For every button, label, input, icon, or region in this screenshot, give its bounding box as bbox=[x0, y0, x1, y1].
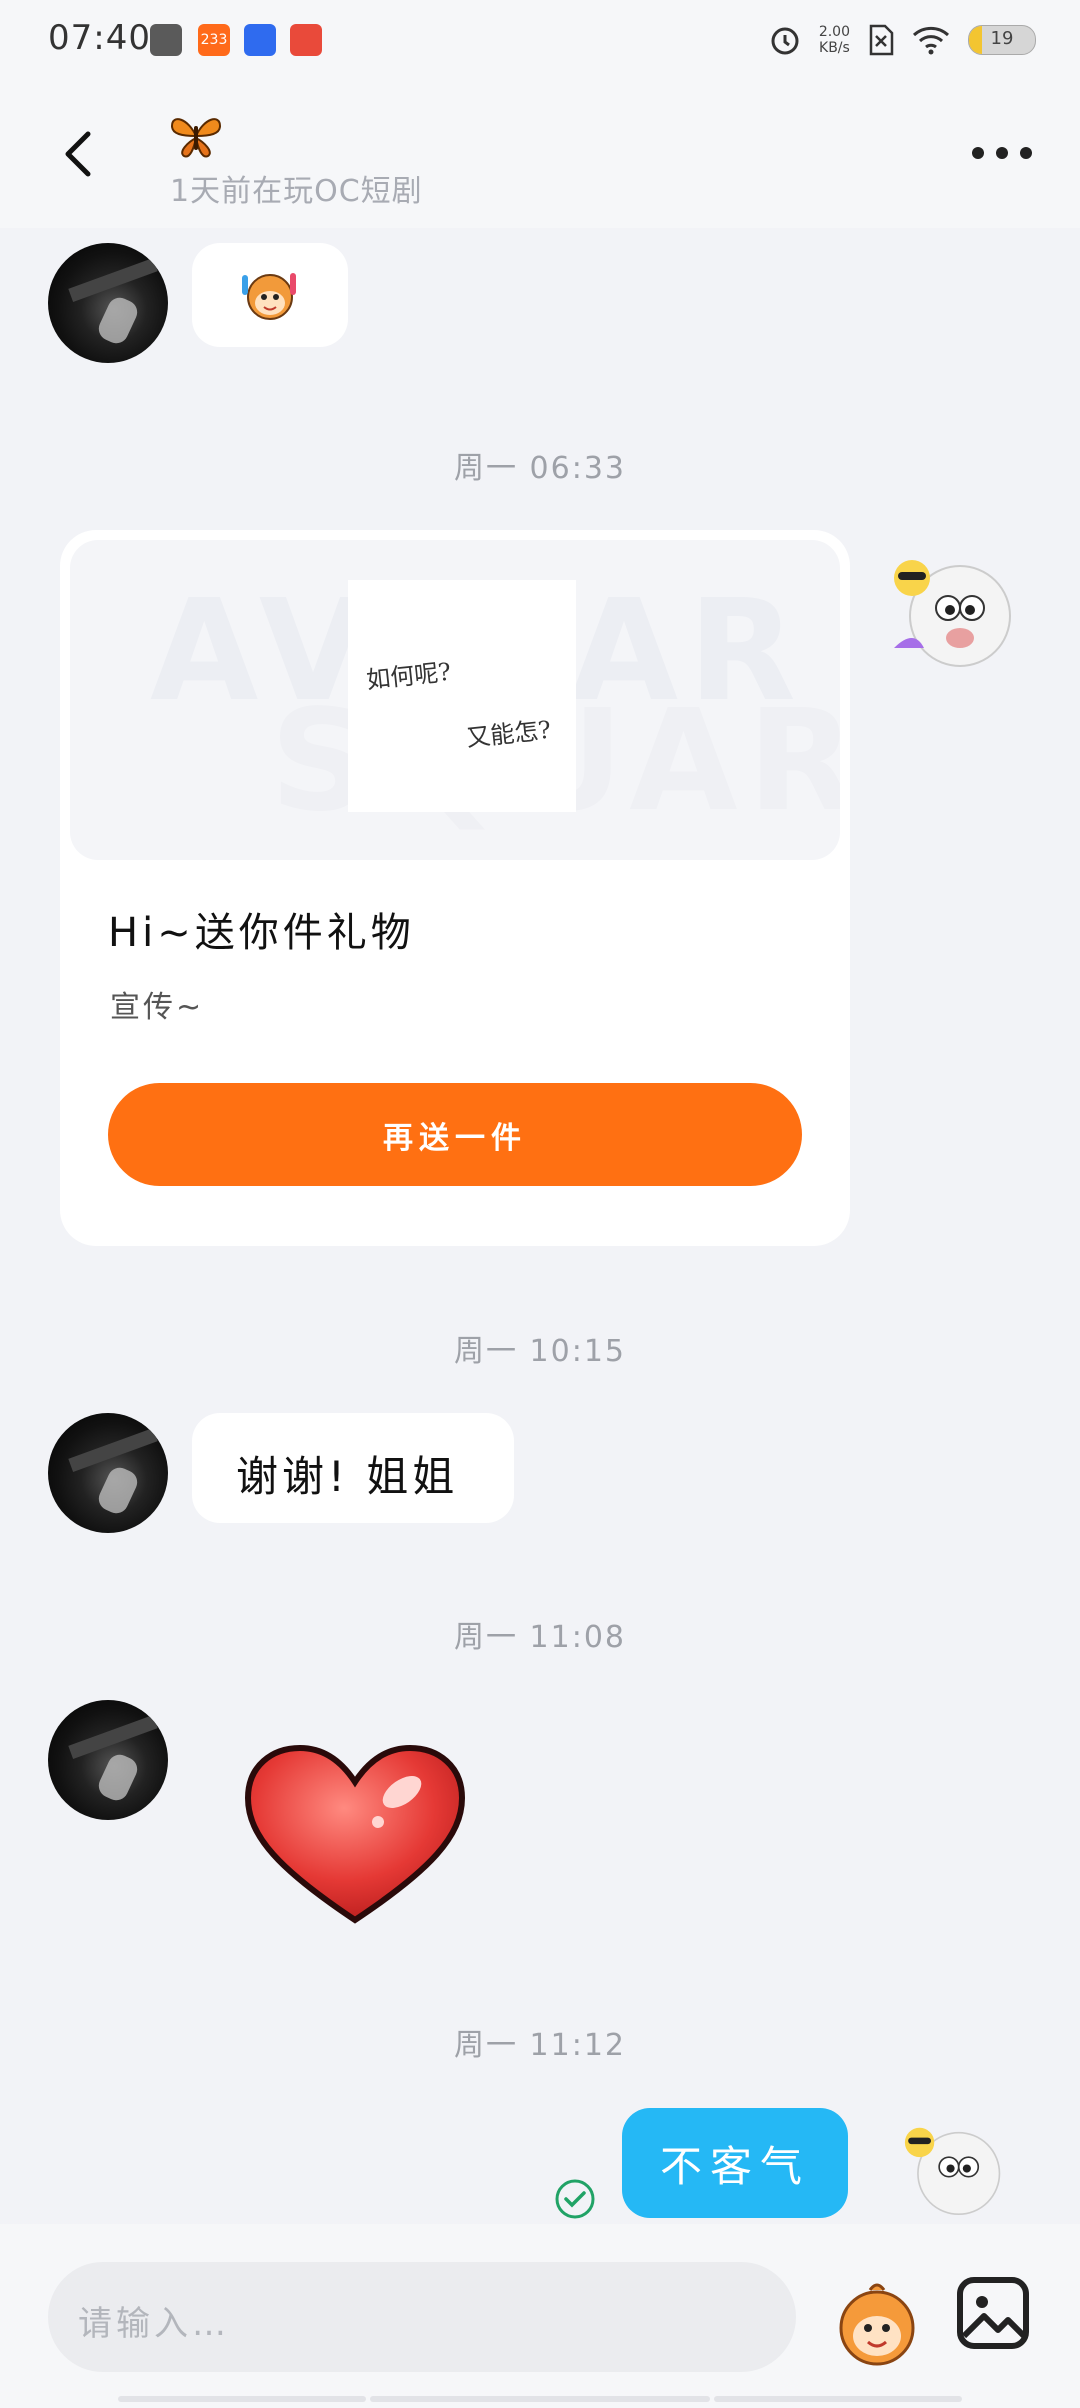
check-circle-icon bbox=[555, 2179, 595, 2219]
app-red-icon bbox=[290, 24, 322, 56]
message-input[interactable]: 请输入… bbox=[48, 2262, 796, 2372]
timestamp: 周一 10:15 bbox=[454, 1334, 626, 1369]
card-overlay-text: 又能怎? bbox=[465, 715, 553, 753]
app-notification-icon bbox=[150, 24, 182, 56]
timestamp: 周一 06:33 bbox=[454, 451, 626, 486]
timestamp: 周一 11:08 bbox=[454, 1620, 626, 1655]
timestamp: 周一 11:12 bbox=[454, 2028, 626, 2063]
alarm-icon bbox=[771, 27, 799, 55]
no-sim-icon bbox=[869, 24, 894, 56]
home-indicator bbox=[714, 2396, 962, 2402]
send-another-button[interactable]: 再送一件 bbox=[108, 1083, 802, 1186]
input-placeholder: 请输入… bbox=[78, 2304, 230, 2344]
gift-card-image: AVATAR SQUARE 如何呢? 又能怎? bbox=[70, 540, 840, 860]
message-bubble: 谢谢! 姐姐 bbox=[192, 1413, 514, 1523]
my-avatar[interactable] bbox=[888, 548, 1018, 678]
status-bar: 07:40 233 2.00 KB/s 19 bbox=[0, 0, 1080, 80]
wifi-icon bbox=[912, 26, 950, 55]
contact-avatar[interactable] bbox=[48, 243, 168, 363]
gift-card-subtitle: 宣传~ bbox=[110, 990, 205, 1025]
sticker-bubble bbox=[192, 243, 348, 347]
contact-avatar[interactable] bbox=[48, 1413, 168, 1533]
more-dots-icon[interactable] bbox=[972, 140, 1032, 166]
contact-avatar[interactable] bbox=[48, 1700, 168, 1820]
input-bar: 请输入… bbox=[0, 2224, 1080, 2408]
battery-level: 19 bbox=[990, 28, 1014, 49]
heart-sticker bbox=[244, 1744, 466, 1924]
online-status: 1天前在玩OC短剧 bbox=[170, 174, 423, 209]
app-233-badge: 233 bbox=[200, 32, 228, 48]
back-arrow-icon[interactable] bbox=[50, 124, 110, 184]
butterfly-icon bbox=[170, 118, 222, 158]
chat-header: 1天前在玩OC短剧 bbox=[0, 80, 1080, 228]
message-text: 谢谢! 姐姐 bbox=[236, 1452, 459, 1501]
gift-card-title: Hi~送你件礼物 bbox=[108, 910, 415, 956]
gift-card[interactable]: AVATAR SQUARE 如何呢? 又能怎? Hi~送你件礼物 宣传~ 再送一… bbox=[60, 530, 850, 1246]
net-speed-unit: KB/s bbox=[819, 40, 850, 56]
my-avatar[interactable] bbox=[888, 2118, 1018, 2224]
card-overlay-text: 如何呢? bbox=[365, 657, 453, 695]
net-speed: 2.00 KB/s bbox=[819, 24, 850, 56]
monkey-sticker bbox=[242, 273, 296, 320]
image-icon[interactable] bbox=[956, 2276, 1030, 2350]
app-baidu-icon bbox=[244, 24, 276, 56]
home-indicator bbox=[370, 2396, 710, 2402]
card-photo: 如何呢? 又能怎? bbox=[348, 580, 576, 812]
home-indicator bbox=[118, 2396, 366, 2402]
status-right: 2.00 KB/s 19 bbox=[769, 18, 1036, 62]
emoji-monkey-icon[interactable] bbox=[830, 2276, 924, 2370]
status-time: 07:40 bbox=[48, 18, 151, 58]
net-speed-value: 2.00 bbox=[818, 24, 850, 40]
my-message-bubble: 不客气 bbox=[622, 2108, 848, 2218]
battery-indicator: 19 bbox=[968, 25, 1036, 55]
app-233-icon: 233 bbox=[198, 24, 230, 56]
